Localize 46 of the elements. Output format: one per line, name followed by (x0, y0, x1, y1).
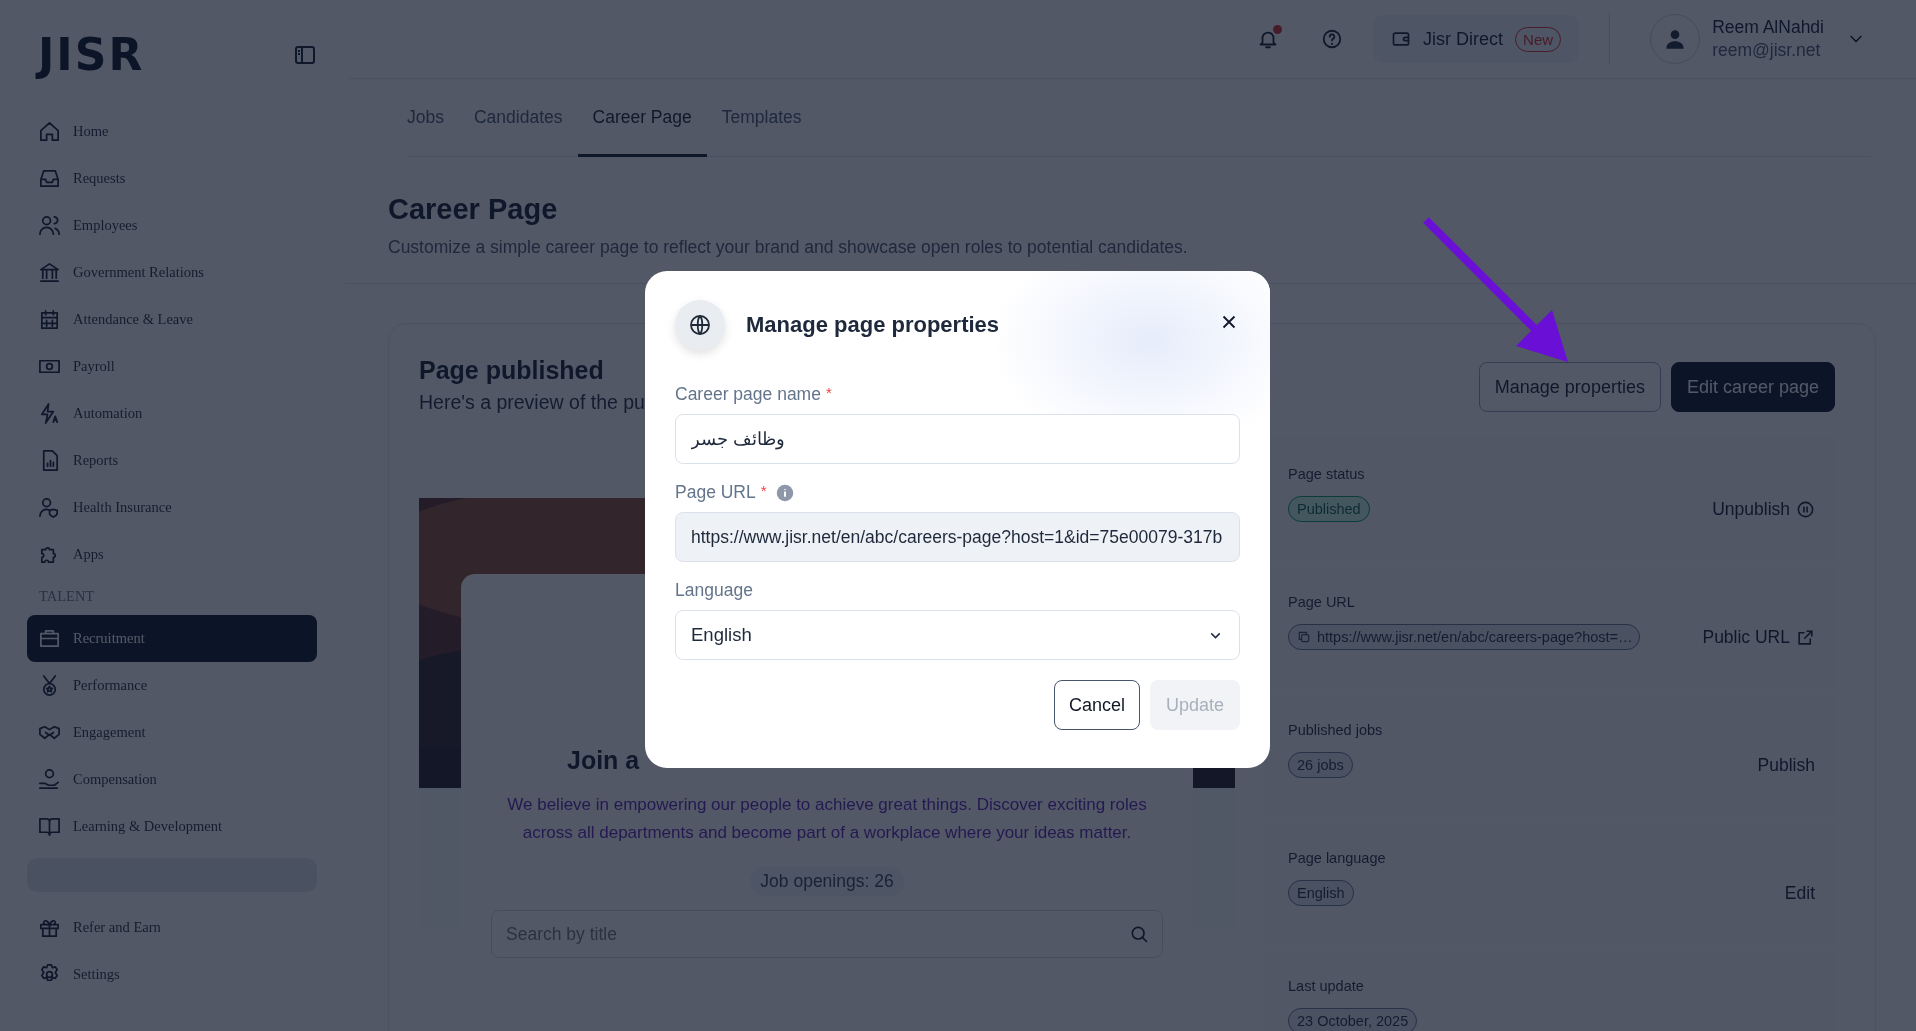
sidebar-item[interactable]: Compensation (27, 756, 317, 803)
sidebar-item[interactable]: Apps (27, 531, 317, 578)
sidebar-item[interactable]: Health Insurance (27, 484, 317, 531)
sidebar-item[interactable]: Learning & Development (27, 803, 317, 850)
edit-career-page-button[interactable]: Edit career page (1670, 362, 1835, 412)
sidebar-item[interactable]: Payroll (27, 343, 317, 390)
field-label: Career page name (675, 384, 821, 405)
field-label: Page URL (675, 482, 756, 503)
preview-heading: Join a (567, 746, 640, 775)
sidebar-item[interactable]: Home (27, 108, 317, 155)
detail-label: Page URL (1288, 594, 1356, 610)
detail-label: Last update (1288, 978, 1365, 994)
detail-action-link[interactable]: Public URL (1702, 626, 1815, 648)
sidebar-item[interactable]: Engagement (27, 709, 317, 756)
detail-label: Published jobs (1288, 722, 1384, 738)
cancel-button[interactable]: Cancel (1053, 680, 1140, 730)
sidebar-item[interactable]: Requests (27, 155, 317, 202)
sidebar-item[interactable]: Settings (27, 951, 317, 998)
language-select[interactable]: English (675, 610, 1240, 660)
required-mark: * (760, 482, 767, 499)
section-subtitle: Here's a preview of the pu (419, 391, 645, 414)
manage-properties-button[interactable]: Manage properties (1478, 362, 1661, 412)
status-badge: Published (1288, 496, 1370, 522)
detail-label: Page status (1288, 466, 1366, 482)
sidebar-item[interactable]: Employees (27, 202, 317, 249)
sidebar-item[interactable]: Performance (27, 662, 317, 709)
sidebar-item[interactable]: Reports (27, 437, 317, 484)
user-name: Reem AlNahdi (1712, 17, 1824, 38)
detail-action-link[interactable]: Edit (1784, 882, 1815, 904)
sidebar-item[interactable]: Attendance & Leave (27, 296, 317, 343)
jisr-direct-button[interactable]: Jisr Direct New (1373, 15, 1580, 63)
section-title: Page published (419, 356, 605, 385)
modal-title: Manage page properties (746, 312, 1001, 338)
field-label: Language (675, 580, 753, 601)
detail-action-link[interactable]: Unpublish (1712, 498, 1815, 520)
sidebar-item[interactable]: Government Relations (27, 249, 317, 296)
sidebar-item[interactable]: Recruitment (27, 615, 317, 662)
page-title: Career Page (388, 193, 559, 226)
sidebar-item[interactable]: Refer and Earn (27, 904, 317, 951)
input-field[interactable]: وظائف جسر (675, 414, 1240, 464)
tab[interactable]: Career Page (577, 79, 707, 157)
required-mark: * (825, 384, 832, 401)
preview-description: We believe in empowering our people to achieve great things. Discover exciting roles across all departments and become part of a workplace where your ideas matter. (506, 794, 1148, 844)
sidebar-item[interactable]: Automation (27, 390, 317, 437)
detail-action-link[interactable]: Publish (1757, 754, 1815, 776)
detail-label: Page language (1288, 850, 1387, 866)
